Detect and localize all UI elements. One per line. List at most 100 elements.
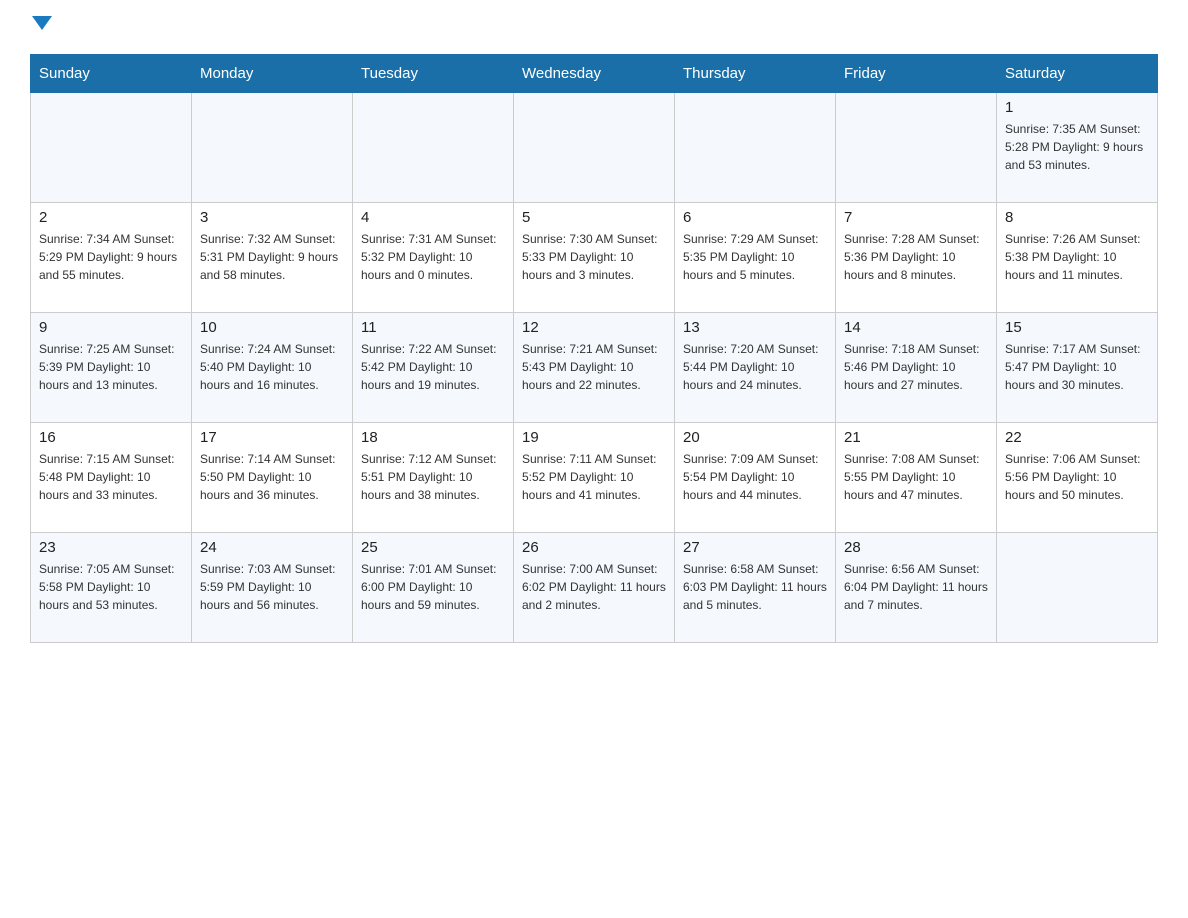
day-number: 28: [844, 539, 988, 556]
day-info: Sunrise: 7:01 AM Sunset: 6:00 PM Dayligh…: [361, 560, 505, 614]
calendar-cell: 17 Sunrise: 7:14 AM Sunset: 5:50 PM Dayli…: [192, 423, 353, 533]
day-info: Sunrise: 7:00 AM Sunset: 6:02 PM Dayligh…: [522, 560, 666, 614]
calendar-week-row: 16 Sunrise: 7:15 AM Sunset: 5:48 PM Dayli…: [31, 423, 1158, 533]
day-info: Sunrise: 6:56 AM Sunset: 6:04 PM Dayligh…: [844, 560, 988, 614]
calendar-cell: [514, 93, 675, 203]
calendar-cell: 14 Sunrise: 7:18 AM Sunset: 5:46 PM Dayli…: [836, 313, 997, 423]
day-number: 11: [361, 319, 505, 336]
logo-triangle-icon: [32, 16, 52, 30]
day-number: 15: [1005, 319, 1149, 336]
day-number: 1: [1005, 99, 1149, 116]
day-info: Sunrise: 7:28 AM Sunset: 5:36 PM Dayligh…: [844, 230, 988, 284]
calendar-cell: 13 Sunrise: 7:20 AM Sunset: 5:44 PM Dayli…: [675, 313, 836, 423]
logo: [30, 20, 52, 34]
day-number: 16: [39, 429, 183, 446]
calendar-cell: [675, 93, 836, 203]
page-header: [30, 20, 1158, 34]
calendar-header-sunday: Sunday: [31, 55, 192, 93]
day-info: Sunrise: 7:24 AM Sunset: 5:40 PM Dayligh…: [200, 340, 344, 394]
day-number: 23: [39, 539, 183, 556]
day-number: 13: [683, 319, 827, 336]
day-info: Sunrise: 7:31 AM Sunset: 5:32 PM Dayligh…: [361, 230, 505, 284]
calendar-cell: 21Sunrise: 7:08 AM Sunset: 5:55 PM Dayli…: [836, 423, 997, 533]
calendar-cell: 18Sunrise: 7:12 AM Sunset: 5:51 PM Dayli…: [353, 423, 514, 533]
day-info: Sunrise: 7:26 AM Sunset: 5:38 PM Dayligh…: [1005, 230, 1149, 284]
calendar-week-row: 23 Sunrise: 7:05 AM Sunset: 5:58 PM Dayli…: [31, 533, 1158, 643]
day-info: Sunrise: 7:05 AM Sunset: 5:58 PM Dayligh…: [39, 560, 183, 614]
day-info: Sunrise: 7:32 AM Sunset: 5:31 PM Dayligh…: [200, 230, 344, 284]
calendar-cell: 8 Sunrise: 7:26 AM Sunset: 5:38 PM Daylig…: [997, 203, 1158, 313]
day-number: 2: [39, 209, 183, 226]
day-number: 3: [200, 209, 344, 226]
calendar-header-wednesday: Wednesday: [514, 55, 675, 93]
calendar-table: SundayMondayTuesdayWednesdayThursdayFrid…: [30, 54, 1158, 643]
calendar-cell: 15 Sunrise: 7:17 AM Sunset: 5:47 PM Dayli…: [997, 313, 1158, 423]
calendar-cell: 6 Sunrise: 7:29 AM Sunset: 5:35 PM Daylig…: [675, 203, 836, 313]
day-number: 8: [1005, 209, 1149, 226]
day-info: Sunrise: 7:12 AM Sunset: 5:51 PM Dayligh…: [361, 450, 505, 504]
calendar-cell: 26 Sunrise: 7:00 AM Sunset: 6:02 PM Dayli…: [514, 533, 675, 643]
day-info: Sunrise: 7:11 AM Sunset: 5:52 PM Dayligh…: [522, 450, 666, 504]
day-number: 12: [522, 319, 666, 336]
day-info: Sunrise: 7:35 AM Sunset: 5:28 PM Dayligh…: [1005, 120, 1149, 174]
calendar-cell: 7 Sunrise: 7:28 AM Sunset: 5:36 PM Daylig…: [836, 203, 997, 313]
day-number: 14: [844, 319, 988, 336]
day-number: 17: [200, 429, 344, 446]
day-info: Sunrise: 7:30 AM Sunset: 5:33 PM Dayligh…: [522, 230, 666, 284]
calendar-header-saturday: Saturday: [997, 55, 1158, 93]
calendar-header-friday: Friday: [836, 55, 997, 93]
day-number: 26: [522, 539, 666, 556]
day-number: 5: [522, 209, 666, 226]
day-info: Sunrise: 7:25 AM Sunset: 5:39 PM Dayligh…: [39, 340, 183, 394]
calendar-header-thursday: Thursday: [675, 55, 836, 93]
day-number: 27: [683, 539, 827, 556]
calendar-cell: 12Sunrise: 7:21 AM Sunset: 5:43 PM Dayli…: [514, 313, 675, 423]
day-number: 7: [844, 209, 988, 226]
calendar-cell: [192, 93, 353, 203]
day-info: Sunrise: 7:15 AM Sunset: 5:48 PM Dayligh…: [39, 450, 183, 504]
day-number: 19: [522, 429, 666, 446]
day-info: Sunrise: 7:09 AM Sunset: 5:54 PM Dayligh…: [683, 450, 827, 504]
calendar-header-row: SundayMondayTuesdayWednesdayThursdayFrid…: [31, 55, 1158, 93]
calendar-cell: 16 Sunrise: 7:15 AM Sunset: 5:48 PM Dayli…: [31, 423, 192, 533]
day-info: Sunrise: 7:08 AM Sunset: 5:55 PM Dayligh…: [844, 450, 988, 504]
calendar-cell: 28 Sunrise: 6:56 AM Sunset: 6:04 PM Dayli…: [836, 533, 997, 643]
calendar-cell: 19 Sunrise: 7:11 AM Sunset: 5:52 PM Dayli…: [514, 423, 675, 533]
day-number: 20: [683, 429, 827, 446]
calendar-cell: 5 Sunrise: 7:30 AM Sunset: 5:33 PM Daylig…: [514, 203, 675, 313]
day-number: 10: [200, 319, 344, 336]
day-number: 9: [39, 319, 183, 336]
calendar-cell: 20 Sunrise: 7:09 AM Sunset: 5:54 PM Dayli…: [675, 423, 836, 533]
day-info: Sunrise: 7:18 AM Sunset: 5:46 PM Dayligh…: [844, 340, 988, 394]
calendar-cell: 22Sunrise: 7:06 AM Sunset: 5:56 PM Dayli…: [997, 423, 1158, 533]
day-number: 24: [200, 539, 344, 556]
calendar-cell: 10 Sunrise: 7:24 AM Sunset: 5:40 PM Dayli…: [192, 313, 353, 423]
calendar-cell: 2 Sunrise: 7:34 AM Sunset: 5:29 PM Daylig…: [31, 203, 192, 313]
calendar-week-row: 2 Sunrise: 7:34 AM Sunset: 5:29 PM Daylig…: [31, 203, 1158, 313]
calendar-week-row: 1 Sunrise: 7:35 AM Sunset: 5:28 PM Daylig…: [31, 93, 1158, 203]
day-number: 25: [361, 539, 505, 556]
calendar-cell: 27Sunrise: 6:58 AM Sunset: 6:03 PM Dayli…: [675, 533, 836, 643]
calendar-cell: 9 Sunrise: 7:25 AM Sunset: 5:39 PM Daylig…: [31, 313, 192, 423]
day-info: Sunrise: 7:06 AM Sunset: 5:56 PM Dayligh…: [1005, 450, 1149, 504]
calendar-cell: 11Sunrise: 7:22 AM Sunset: 5:42 PM Dayli…: [353, 313, 514, 423]
calendar-cell: 1 Sunrise: 7:35 AM Sunset: 5:28 PM Daylig…: [997, 93, 1158, 203]
calendar-cell: 24 Sunrise: 7:03 AM Sunset: 5:59 PM Dayli…: [192, 533, 353, 643]
calendar-cell: [997, 533, 1158, 643]
calendar-cell: [31, 93, 192, 203]
calendar-cell: 25 Sunrise: 7:01 AM Sunset: 6:00 PM Dayli…: [353, 533, 514, 643]
calendar-week-row: 9 Sunrise: 7:25 AM Sunset: 5:39 PM Daylig…: [31, 313, 1158, 423]
day-info: Sunrise: 7:14 AM Sunset: 5:50 PM Dayligh…: [200, 450, 344, 504]
day-info: Sunrise: 7:29 AM Sunset: 5:35 PM Dayligh…: [683, 230, 827, 284]
day-info: Sunrise: 7:20 AM Sunset: 5:44 PM Dayligh…: [683, 340, 827, 394]
calendar-cell: 4Sunrise: 7:31 AM Sunset: 5:32 PM Daylig…: [353, 203, 514, 313]
day-info: Sunrise: 7:03 AM Sunset: 5:59 PM Dayligh…: [200, 560, 344, 614]
calendar-header-tuesday: Tuesday: [353, 55, 514, 93]
calendar-cell: [836, 93, 997, 203]
day-info: Sunrise: 7:17 AM Sunset: 5:47 PM Dayligh…: [1005, 340, 1149, 394]
day-number: 6: [683, 209, 827, 226]
day-info: Sunrise: 7:34 AM Sunset: 5:29 PM Dayligh…: [39, 230, 183, 284]
calendar-cell: 3 Sunrise: 7:32 AM Sunset: 5:31 PM Daylig…: [192, 203, 353, 313]
calendar-cell: [353, 93, 514, 203]
calendar-cell: 23 Sunrise: 7:05 AM Sunset: 5:58 PM Dayli…: [31, 533, 192, 643]
